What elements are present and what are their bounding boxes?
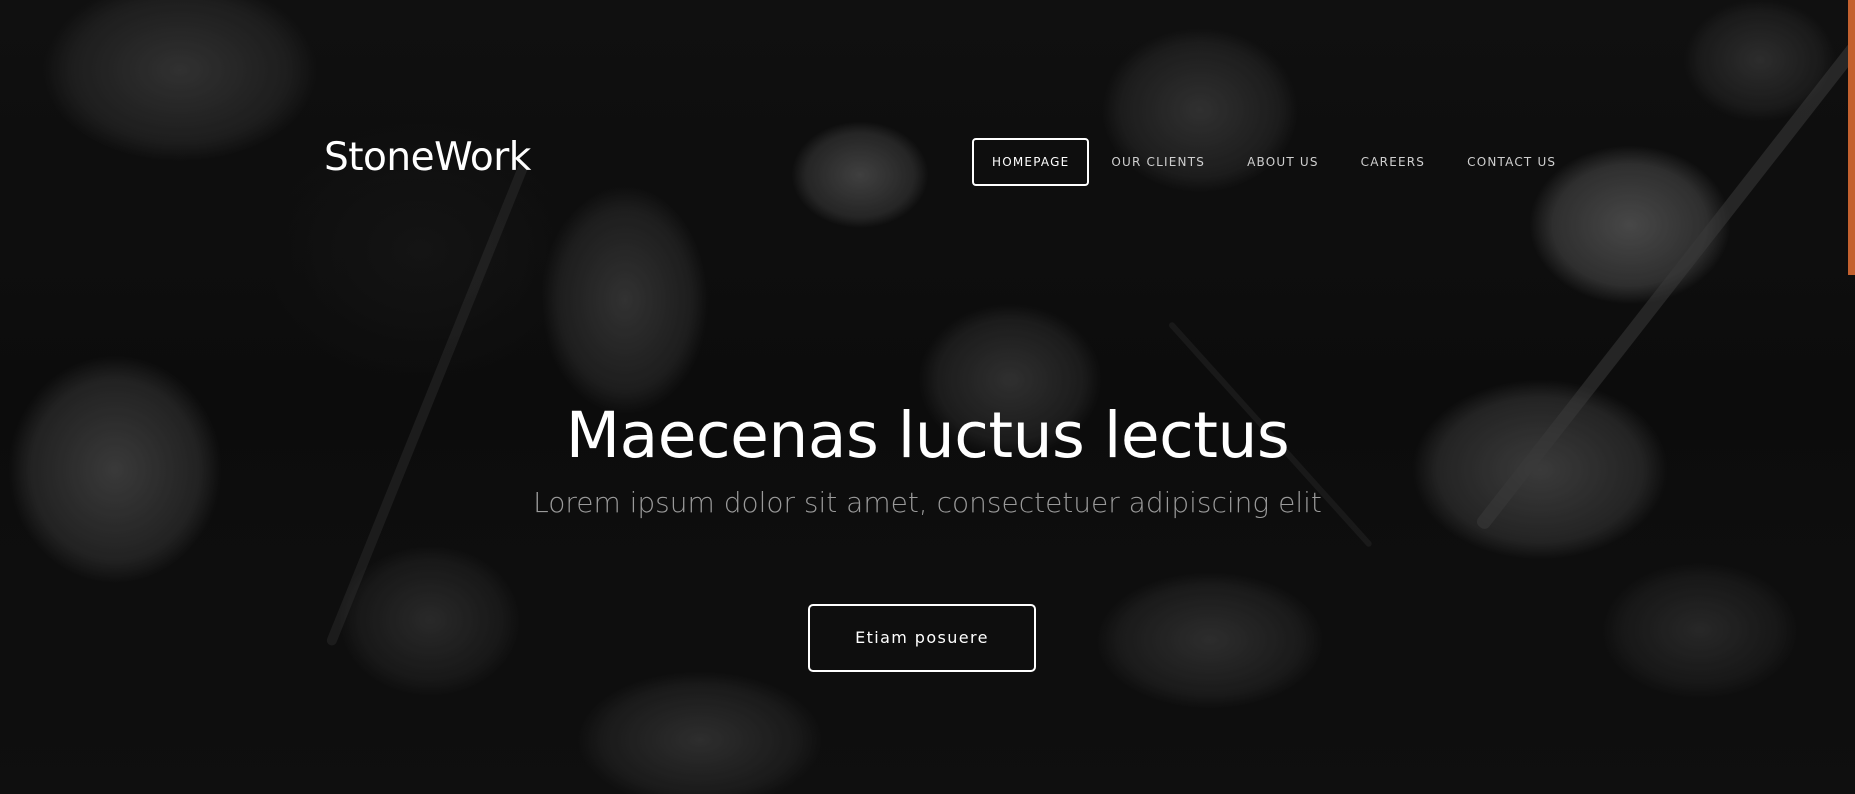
hero-subtitle: Lorem ipsum dolor sit amet, consectetuer… [533, 486, 1322, 519]
nav-item-our-clients[interactable]: OUR CLIENTS [1091, 138, 1225, 186]
hero-title: Maecenas luctus lectus [565, 399, 1290, 472]
hero-background-image [0, 0, 1855, 794]
scroll-accent-bar [1848, 0, 1855, 275]
cta-button[interactable]: Etiam posuere [808, 604, 1036, 672]
nav-item-about-us[interactable]: ABOUT US [1227, 138, 1339, 186]
nav-item-homepage[interactable]: HOMEPAGE [972, 138, 1090, 186]
nav-item-careers[interactable]: CAREERS [1341, 138, 1445, 186]
site-logo[interactable]: StoneWork [324, 138, 531, 177]
nav-item-contact-us[interactable]: CONTACT US [1447, 138, 1576, 186]
main-navigation: HOMEPAGE OUR CLIENTS ABOUT US CAREERS CO… [972, 138, 1578, 186]
hero-overlay [0, 0, 1855, 794]
